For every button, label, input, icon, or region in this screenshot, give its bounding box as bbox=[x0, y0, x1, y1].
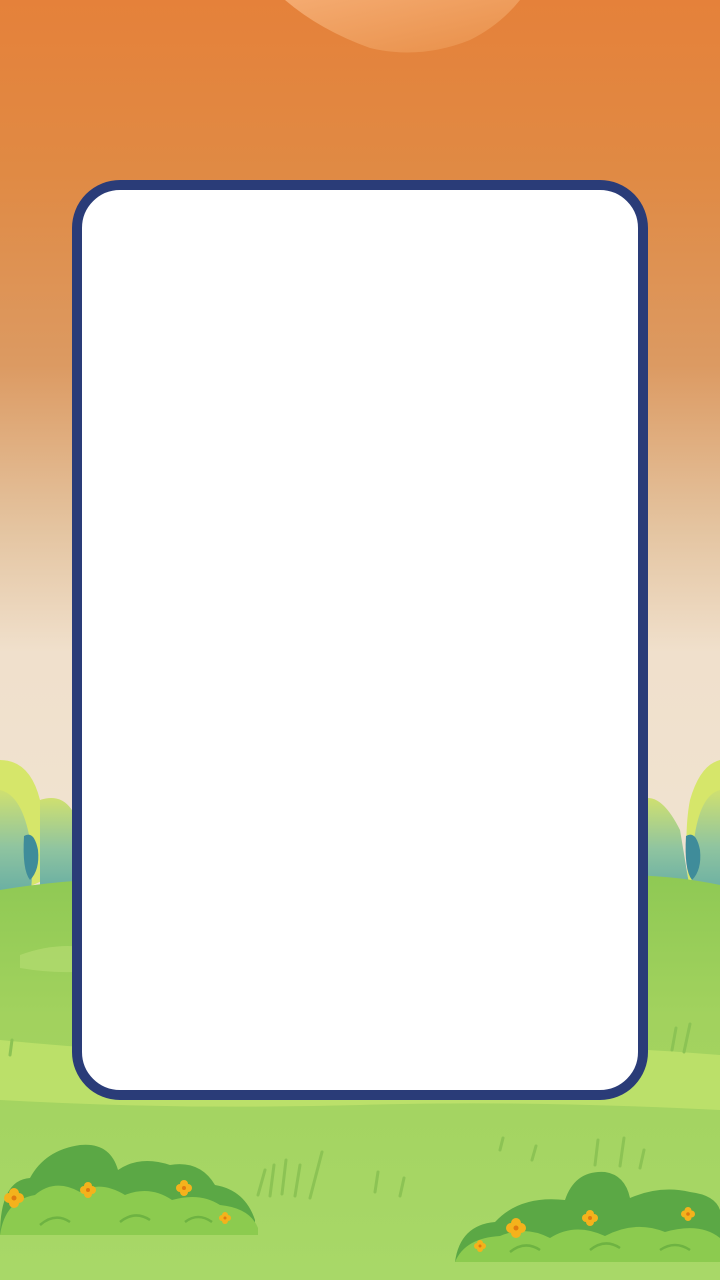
content-frame bbox=[72, 180, 648, 1100]
